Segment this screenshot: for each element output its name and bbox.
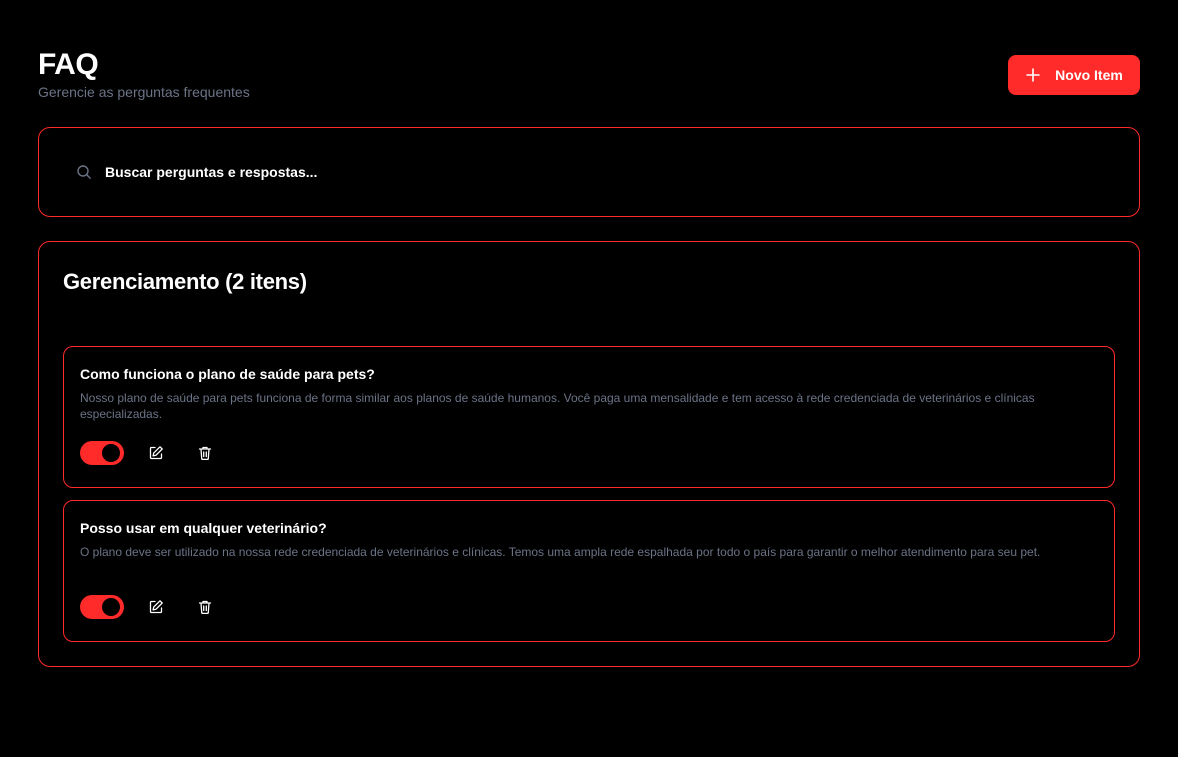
search-icon bbox=[76, 164, 92, 180]
trash-icon bbox=[198, 446, 212, 461]
faq-answer: Nosso plano de saúde para pets funciona … bbox=[80, 391, 1035, 421]
search-card bbox=[38, 127, 1140, 217]
faq-item: Como funciona o plano de saúde para pets… bbox=[63, 346, 1115, 488]
search-input[interactable] bbox=[105, 164, 1005, 180]
faq-item: Posso usar em qualquer veterinário? O pl… bbox=[63, 500, 1115, 642]
plus-icon bbox=[1025, 67, 1041, 83]
faq-management-card: Gerenciamento (2 itens) Como funciona o … bbox=[38, 241, 1140, 667]
section-title: Gerenciamento (2 itens) bbox=[63, 269, 307, 294]
delete-button[interactable] bbox=[195, 443, 215, 463]
faq-question: Posso usar em qualquer veterinário? bbox=[80, 520, 327, 536]
edit-icon bbox=[149, 446, 163, 460]
faq-question: Como funciona o plano de saúde para pets… bbox=[80, 366, 375, 382]
toggle-knob bbox=[102, 598, 120, 616]
faq-actions bbox=[80, 441, 215, 465]
trash-icon bbox=[198, 600, 212, 615]
edit-button[interactable] bbox=[146, 597, 166, 617]
faq-page: FAQ Gerencie as perguntas frequentes Nov… bbox=[0, 0, 1178, 757]
active-toggle[interactable] bbox=[80, 441, 124, 465]
delete-button[interactable] bbox=[195, 597, 215, 617]
edit-button[interactable] bbox=[146, 443, 166, 463]
new-item-button[interactable]: Novo Item bbox=[1008, 55, 1140, 95]
page-subtitle: Gerencie as perguntas frequentes bbox=[38, 84, 250, 100]
toggle-knob bbox=[102, 444, 120, 462]
page-header: FAQ Gerencie as perguntas frequentes Nov… bbox=[38, 48, 1140, 108]
active-toggle[interactable] bbox=[80, 595, 124, 619]
edit-icon bbox=[149, 600, 163, 614]
new-item-button-label: Novo Item bbox=[1055, 67, 1123, 83]
page-title: FAQ bbox=[38, 48, 99, 81]
faq-answer: O plano deve ser utilizado na nossa rede… bbox=[80, 545, 1041, 559]
faq-actions bbox=[80, 595, 215, 619]
